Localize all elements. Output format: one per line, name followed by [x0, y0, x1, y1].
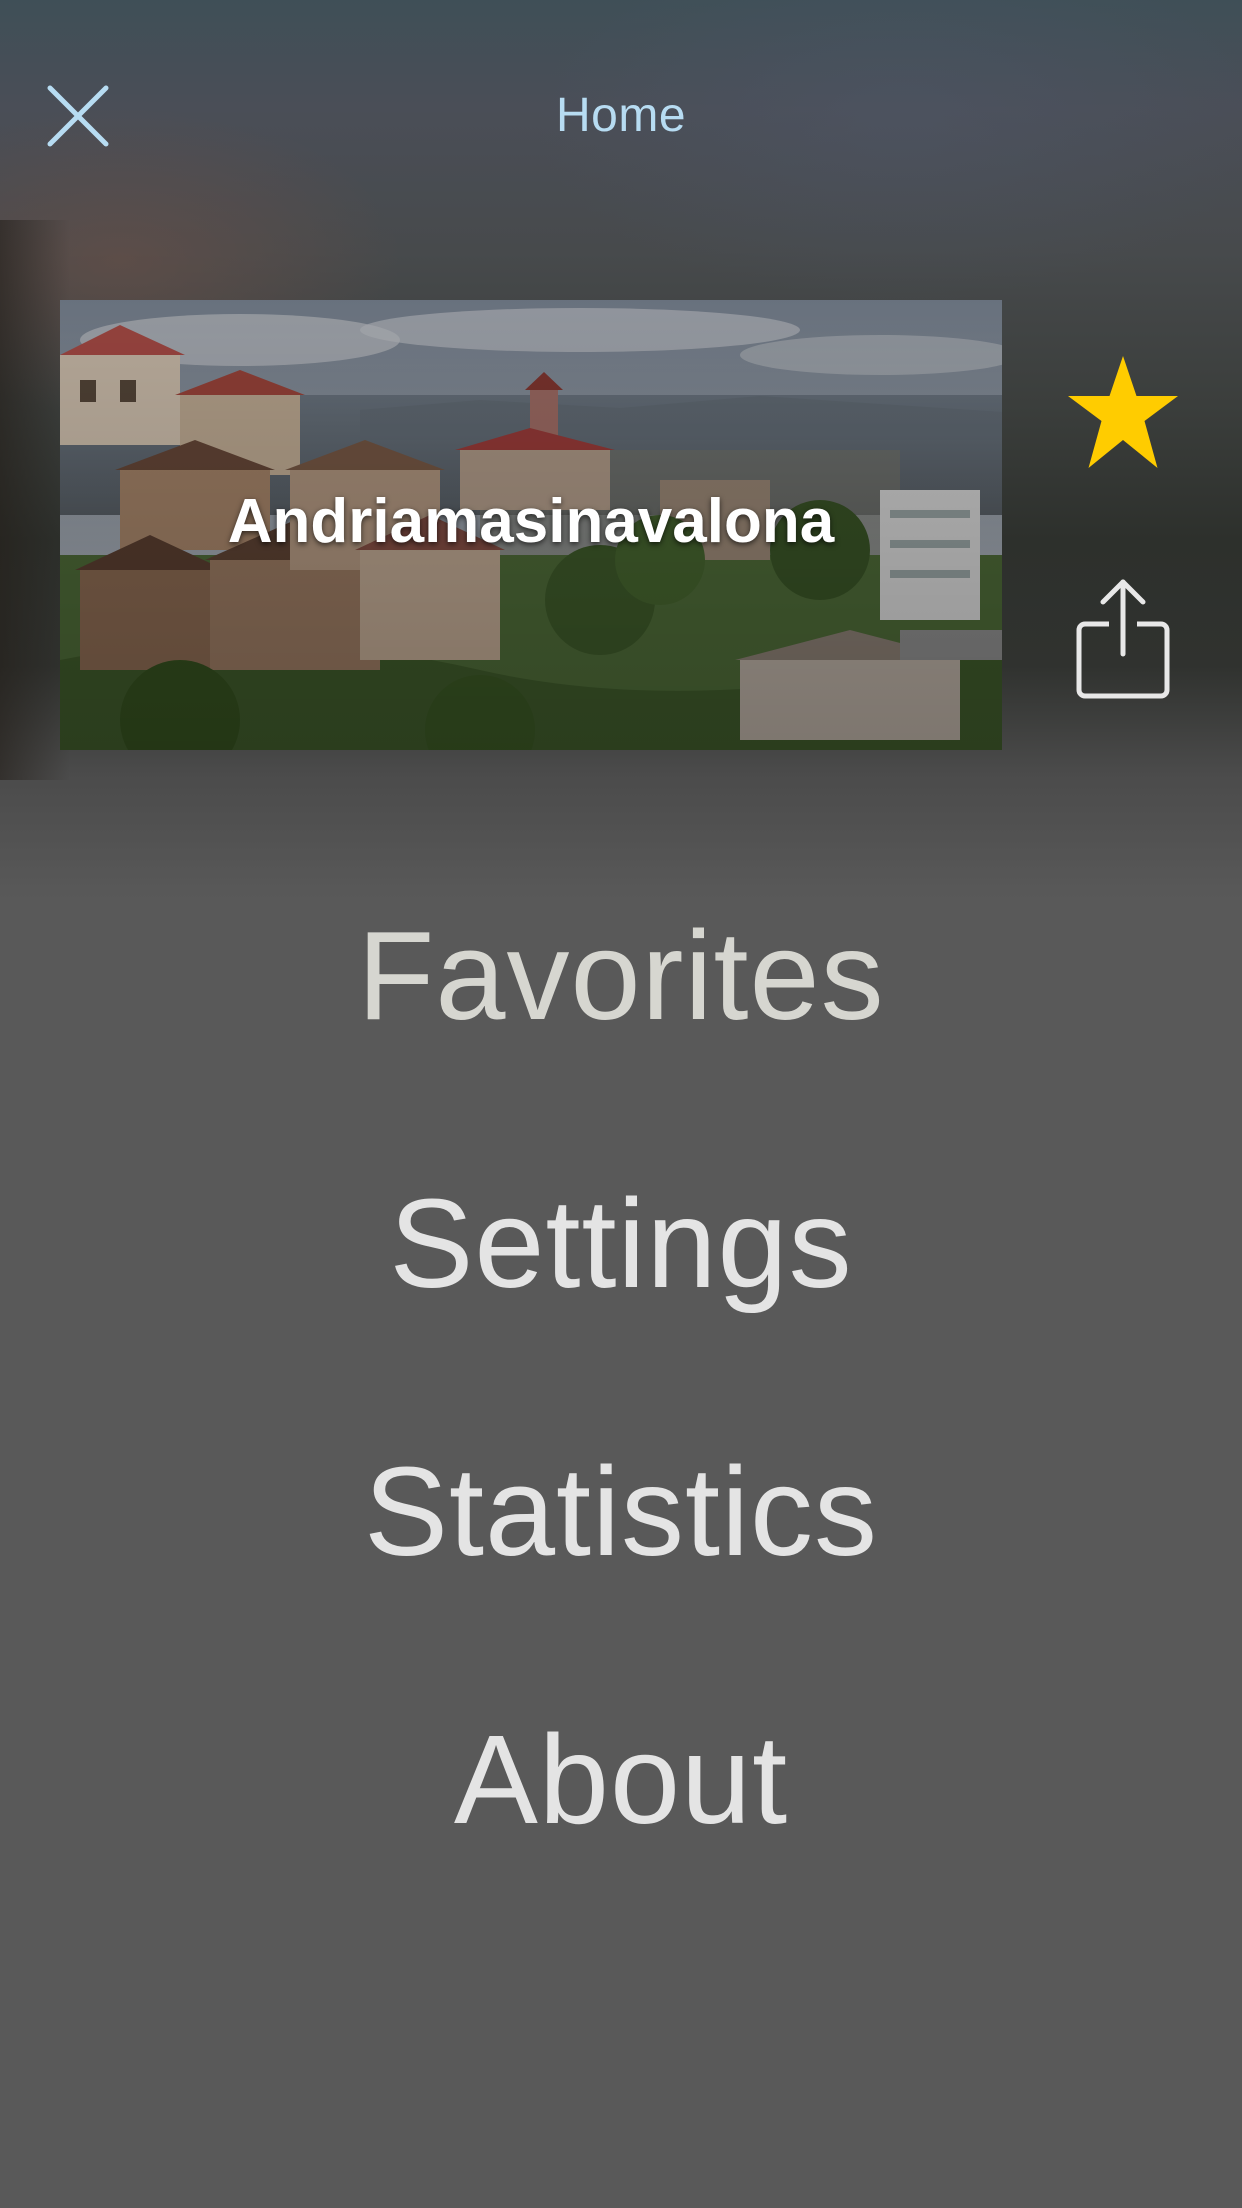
menu-item-about[interactable]: About	[0, 1684, 1242, 1952]
star-icon	[1068, 356, 1178, 468]
main-menu: Favorites Settings Statistics About	[0, 880, 1242, 1952]
page-title: Home	[555, 89, 687, 142]
share-icon	[1076, 579, 1170, 699]
menu-item-statistics[interactable]: Statistics	[0, 1416, 1242, 1684]
menu-item-favorites[interactable]: Favorites	[0, 880, 1242, 1148]
share-button[interactable]	[1058, 568, 1188, 708]
hero-title: Andriamasinavalona	[227, 487, 835, 556]
top-bar: Home	[0, 0, 1242, 200]
hero-card[interactable]: Andriamasinavalona	[60, 300, 1002, 750]
favorite-button[interactable]	[1058, 348, 1188, 478]
menu-item-settings[interactable]: Settings	[0, 1148, 1242, 1416]
